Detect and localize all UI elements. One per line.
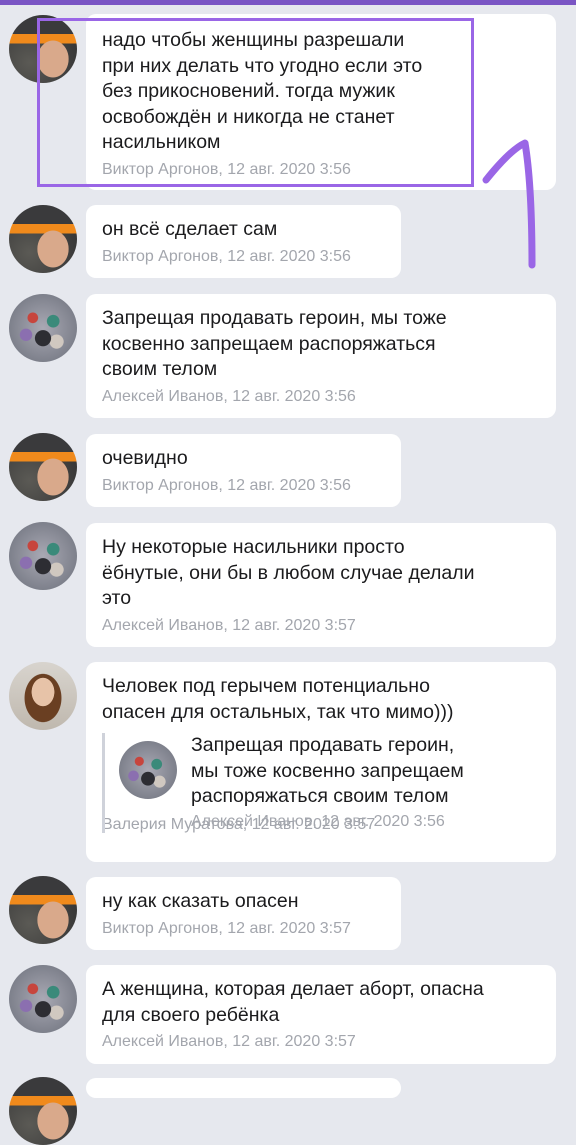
highlight-annotation	[37, 18, 474, 187]
avatar[interactable]	[9, 294, 77, 362]
message-text: Запрещая продавать героин, мы тоже косве…	[102, 307, 447, 380]
quoted-body: Запрещая продавать героин, мы тоже косве…	[191, 733, 464, 832]
message-bubble[interactable]: Ну некоторые насильники просто ёбнутые, …	[86, 523, 556, 647]
message-meta: Виктор Аргонов, 12 авг. 2020 3:56	[102, 476, 351, 494]
author-name[interactable]: Виктор Аргонов	[102, 477, 218, 494]
message-time: 12 авг. 2020 3:56	[232, 387, 356, 405]
message-text: А женщина, которая делает аборт, опасна …	[102, 978, 484, 1026]
message-bubble[interactable]	[86, 1078, 401, 1098]
message-bubble[interactable]: Человек под герычем потенциально опасен …	[86, 662, 556, 862]
message-meta: Алексей Иванов, 12 авг. 2020 3:56	[102, 387, 356, 405]
message-text: он всё сделает сам	[102, 218, 278, 240]
message-time: 12 авг. 2020 3:57	[227, 919, 351, 937]
avatar[interactable]	[9, 205, 77, 273]
message-text: очевидно	[102, 447, 188, 469]
message-meta: Виктор Аргонов, 12 авг. 2020 3:57	[102, 919, 351, 937]
message-text: Человек под герычем потенциально опасен …	[102, 675, 454, 723]
message-time: 12 авг. 2020 3:56	[227, 476, 351, 494]
avatar[interactable]	[9, 433, 77, 501]
message-time: 12 авг. 2020 3:57	[232, 1033, 356, 1050]
quoted-text: Запрещая продавать героин, мы тоже косве…	[191, 734, 464, 807]
author-name[interactable]: Алексей Иванов	[102, 617, 223, 634]
arrow-annotation-icon	[482, 139, 536, 269]
message-text: ну как сказать опасен	[102, 890, 299, 912]
message-bubble[interactable]: Запрещая продавать героин, мы тоже косве…	[86, 294, 556, 418]
avatar[interactable]	[9, 662, 77, 730]
message-bubble[interactable]: А женщина, которая делает аборт, опасна …	[86, 965, 556, 1064]
author-name[interactable]: Алексей Иванов	[102, 1033, 223, 1050]
message-time: 12 авг. 2020 3:57	[232, 616, 356, 634]
message-bubble[interactable]: он всё сделает сам Виктор Аргонов, 12 ав…	[86, 205, 401, 278]
quoted-meta: Алексей Иванов, 12 авг. 2020 3:56	[191, 812, 445, 830]
message-meta: Алексей Иванов, 12 авг. 2020 3:57	[102, 616, 356, 634]
quoted-avatar	[119, 741, 177, 799]
avatar[interactable]	[9, 522, 77, 590]
message-meta: Алексей Иванов, 12 авг. 2020 3:57	[102, 1033, 356, 1050]
author-name[interactable]: Алексей Иванов	[102, 388, 223, 405]
avatar[interactable]	[9, 1077, 77, 1145]
author-name[interactable]: Виктор Аргонов	[102, 920, 218, 937]
quoted-time: 12 авг. 2020 3:56	[321, 812, 445, 830]
message-bubble[interactable]: ну как сказать опасен Виктор Аргонов, 12…	[86, 877, 401, 950]
quoted-author[interactable]: Алексей Иванов	[191, 813, 312, 830]
avatar[interactable]	[9, 965, 77, 1033]
quoted-message[interactable]: Запрещая продавать героин, мы тоже косве…	[102, 733, 540, 833]
message-meta: Виктор Аргонов, 12 авг. 2020 3:56	[102, 247, 351, 265]
message-time: 12 авг. 2020 3:56	[227, 247, 351, 265]
avatar[interactable]	[9, 876, 77, 944]
message-text: Ну некоторые насильники просто ёбнутые, …	[102, 536, 475, 609]
top-accent-bar	[0, 0, 576, 5]
message-bubble[interactable]: очевидно Виктор Аргонов, 12 авг. 2020 3:…	[86, 434, 401, 507]
author-name[interactable]: Виктор Аргонов	[102, 248, 218, 265]
